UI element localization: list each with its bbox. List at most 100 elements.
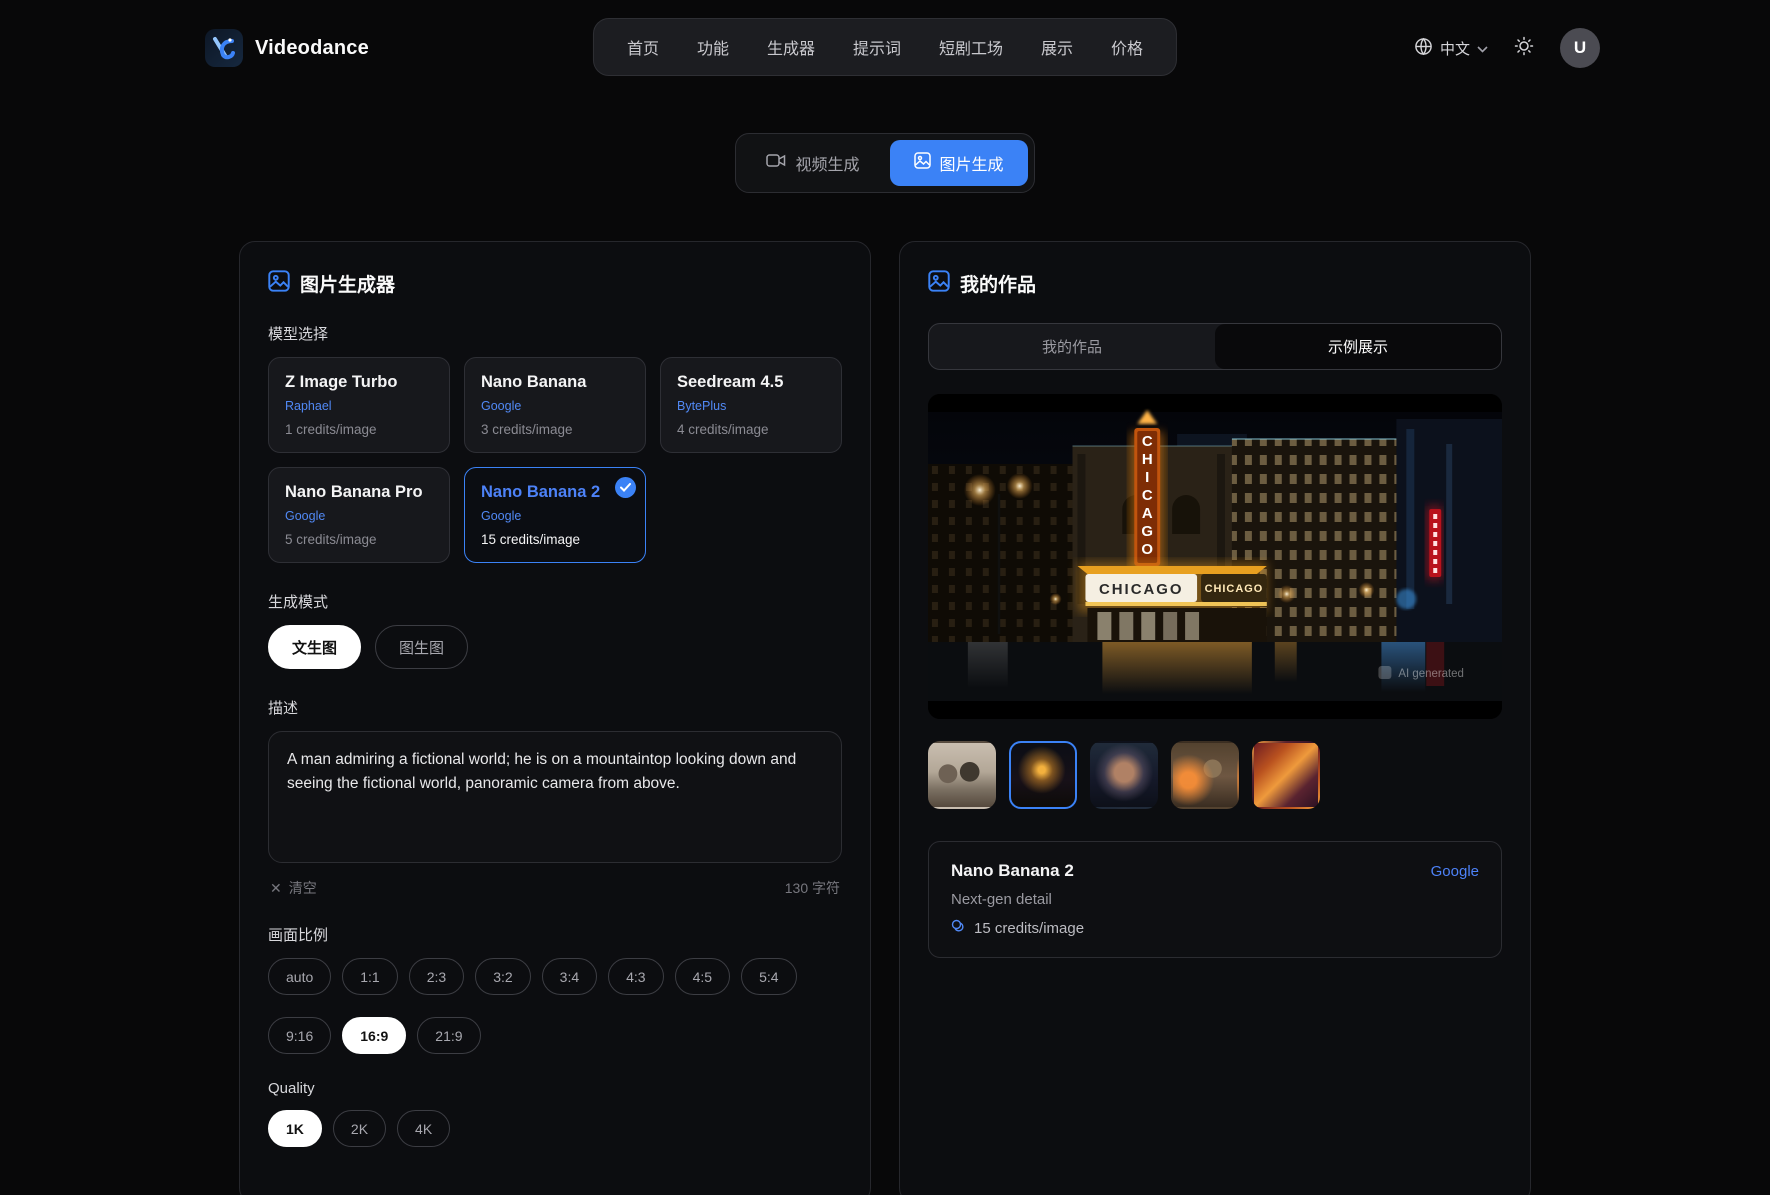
example-thumbnails bbox=[928, 741, 1502, 809]
clear-x-icon: ✕ bbox=[270, 880, 282, 897]
header-controls: 中文 U bbox=[1414, 28, 1600, 68]
sun-icon bbox=[1514, 36, 1534, 61]
nav-features[interactable]: 功能 bbox=[682, 25, 744, 69]
info-model-brand-link[interactable]: Google bbox=[1431, 863, 1479, 880]
video-generation-tab[interactable]: 视频生成 bbox=[742, 140, 883, 186]
ratio-4-5[interactable]: 4:5 bbox=[675, 958, 730, 995]
mode-section-label: 生成模式 bbox=[268, 591, 842, 612]
character-count: 130 字符 bbox=[785, 878, 840, 898]
model-card-nano-banana[interactable]: Nano Banana Google 3 credits/image bbox=[464, 357, 646, 453]
model-name: Nano Banana Pro bbox=[285, 483, 433, 502]
ratio-3-4[interactable]: 3:4 bbox=[542, 958, 597, 995]
thumbnail-colorful-art[interactable] bbox=[1252, 741, 1320, 809]
video-tab-label: 视频生成 bbox=[795, 151, 859, 175]
model-credits: 1 credits/image bbox=[285, 422, 433, 437]
videodance-logo-icon bbox=[205, 29, 243, 67]
generation-mode-toggle: 视频生成 图片生成 bbox=[735, 133, 1034, 193]
ratio-auto[interactable]: auto bbox=[268, 958, 331, 995]
model-brand: Raphael bbox=[285, 399, 433, 413]
selected-check-icon bbox=[615, 477, 636, 498]
text-to-image-pill[interactable]: 文生图 bbox=[268, 625, 361, 669]
aspect-ratio-pills: auto 1:1 2:3 3:2 3:4 4:3 4:5 5:4 9:16 16… bbox=[268, 958, 842, 1054]
model-name: Seedream 4.5 bbox=[677, 373, 825, 392]
model-card-nano-banana-2[interactable]: Nano Banana 2 Google 15 credits/image bbox=[464, 467, 646, 563]
works-panel-title: 我的作品 bbox=[960, 270, 1036, 297]
image-tab-label: 图片生成 bbox=[940, 151, 1004, 175]
clear-label: 清空 bbox=[289, 878, 317, 898]
theme-toggle-button[interactable] bbox=[1514, 36, 1534, 61]
ratio-16-9[interactable]: 16:9 bbox=[342, 1017, 406, 1054]
svg-text:CHICAGO: CHICAGO bbox=[1099, 581, 1184, 598]
thumbnail-chicago-theatre[interactable] bbox=[1009, 741, 1077, 809]
svg-text:A: A bbox=[1142, 505, 1153, 522]
ratio-3-2[interactable]: 3:2 bbox=[475, 958, 530, 995]
prompt-label: 描述 bbox=[268, 697, 842, 718]
model-name: Nano Banana 2 bbox=[481, 483, 629, 502]
works-tab-bar: 我的作品 示例展示 bbox=[928, 323, 1502, 370]
model-card-seedream-45[interactable]: Seedream 4.5 BytePlus 4 credits/image bbox=[660, 357, 842, 453]
model-credits: 15 credits/image bbox=[481, 532, 629, 547]
svg-text:AI generated: AI generated bbox=[1398, 668, 1464, 680]
svg-text:I: I bbox=[1145, 469, 1149, 486]
info-model-credits: 15 credits/image bbox=[974, 920, 1084, 937]
language-selector[interactable]: 中文 bbox=[1414, 37, 1488, 60]
quality-section-label: Quality bbox=[268, 1080, 842, 1097]
thumbnail-desert-scene[interactable] bbox=[1171, 741, 1239, 809]
info-model-description: Next-gen detail bbox=[951, 891, 1479, 908]
model-section-label: 模型选择 bbox=[268, 323, 842, 344]
language-label: 中文 bbox=[1440, 38, 1470, 59]
nav-showcase[interactable]: 展示 bbox=[1026, 25, 1088, 69]
ratio-2-3[interactable]: 2:3 bbox=[409, 958, 464, 995]
video-camera-icon bbox=[766, 153, 786, 173]
model-brand: Google bbox=[285, 509, 433, 523]
model-credits: 5 credits/image bbox=[285, 532, 433, 547]
chevron-down-icon bbox=[1477, 40, 1488, 57]
model-name: Z Image Turbo bbox=[285, 373, 433, 392]
generator-panel-icon bbox=[268, 270, 290, 297]
image-icon bbox=[914, 152, 931, 174]
svg-text:O: O bbox=[1141, 541, 1153, 558]
model-brand: Google bbox=[481, 399, 629, 413]
model-info-card: Nano Banana 2 Google Next-gen detail 15 … bbox=[928, 841, 1502, 958]
clear-prompt-button[interactable]: ✕ 清空 bbox=[270, 878, 317, 898]
main-content: 图片生成器 模型选择 Z Image Turbo Raphael 1 credi… bbox=[239, 241, 1531, 1195]
image-to-image-pill[interactable]: 图生图 bbox=[375, 625, 468, 669]
model-card-z-image-turbo[interactable]: Z Image Turbo Raphael 1 credits/image bbox=[268, 357, 450, 453]
my-works-panel: 我的作品 我的作品 示例展示 bbox=[899, 241, 1531, 1195]
top-header: Videodance 首页 功能 生成器 提示词 短剧工场 展示 价格 中文 bbox=[0, 0, 1770, 96]
prompt-input[interactable]: A man admiring a fictional world; he is … bbox=[268, 731, 842, 863]
nav-prompts[interactable]: 提示词 bbox=[838, 25, 916, 69]
quality-2k[interactable]: 2K bbox=[333, 1110, 386, 1147]
thumbnail-man-portrait[interactable] bbox=[1090, 741, 1158, 809]
user-avatar[interactable]: U bbox=[1560, 28, 1600, 68]
model-brand: BytePlus bbox=[677, 399, 825, 413]
avatar-initial: U bbox=[1574, 38, 1586, 58]
model-card-nano-banana-pro[interactable]: Nano Banana Pro Google 5 credits/image bbox=[268, 467, 450, 563]
main-nav: 首页 功能 生成器 提示词 短剧工场 展示 价格 bbox=[593, 18, 1177, 76]
brand-name: Videodance bbox=[255, 37, 369, 60]
image-generation-tab[interactable]: 图片生成 bbox=[890, 140, 1028, 186]
nav-generator[interactable]: 生成器 bbox=[752, 25, 830, 69]
nav-home[interactable]: 首页 bbox=[612, 25, 674, 69]
nav-pricing[interactable]: 价格 bbox=[1096, 25, 1158, 69]
svg-text:C: C bbox=[1142, 433, 1153, 450]
ratio-1-1[interactable]: 1:1 bbox=[342, 958, 397, 995]
model-credits: 3 credits/image bbox=[481, 422, 629, 437]
generation-mode-toggle-row: 视频生成 图片生成 bbox=[0, 133, 1770, 193]
ratio-section-label: 画面比例 bbox=[268, 924, 842, 945]
nav-drama-studio[interactable]: 短剧工场 bbox=[924, 25, 1018, 69]
generation-mode-pills: 文生图 图生图 bbox=[268, 625, 842, 669]
ratio-21-9[interactable]: 21:9 bbox=[417, 1017, 480, 1054]
ratio-9-16[interactable]: 9:16 bbox=[268, 1017, 331, 1054]
ratio-4-3[interactable]: 4:3 bbox=[608, 958, 663, 995]
tab-my-works[interactable]: 我的作品 bbox=[929, 324, 1215, 369]
tab-examples[interactable]: 示例展示 bbox=[1215, 324, 1501, 369]
info-model-name: Nano Banana 2 bbox=[951, 861, 1074, 881]
image-generator-panel: 图片生成器 模型选择 Z Image Turbo Raphael 1 credi… bbox=[239, 241, 871, 1195]
quality-4k[interactable]: 4K bbox=[397, 1110, 450, 1147]
quality-1k[interactable]: 1K bbox=[268, 1110, 322, 1147]
example-artwork-chicago-theatre[interactable]: C H I C A G O CHICAGO CHICAGO bbox=[928, 394, 1502, 719]
brand-logo[interactable]: Videodance bbox=[205, 29, 369, 67]
thumbnail-giant-cats[interactable] bbox=[928, 741, 996, 809]
ratio-5-4[interactable]: 5:4 bbox=[741, 958, 796, 995]
